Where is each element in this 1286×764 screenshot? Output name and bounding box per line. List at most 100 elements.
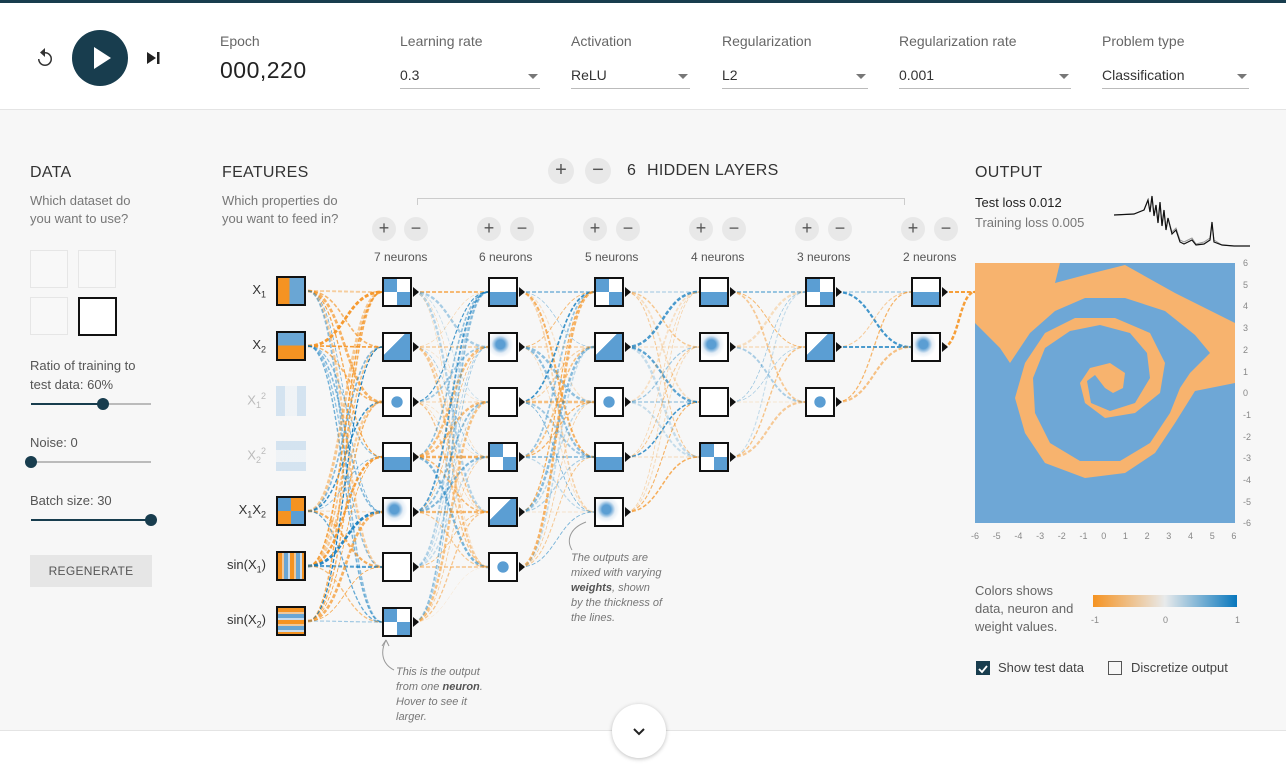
neuron-output-arrow-icon (413, 342, 419, 352)
neuron-layer1-4[interactable] (382, 442, 412, 472)
note-neuron-output: This is the output from one neuron. Hove… (396, 665, 496, 725)
neuron-layer3-3[interactable] (594, 387, 624, 417)
feature-node-x2-squared[interactable] (276, 441, 306, 471)
weight-link[interactable] (836, 291, 912, 348)
neuron-layer3-2[interactable] (594, 332, 624, 362)
discretize-output-label: Discretize output (1131, 660, 1228, 675)
remove-neuron-button-layer1[interactable]: − (404, 217, 428, 241)
weight-link[interactable] (625, 345, 700, 404)
neuron-layer4-3[interactable] (699, 387, 729, 417)
weight-link[interactable] (625, 346, 700, 513)
neuron-output-arrow-icon (730, 287, 736, 297)
neuron-output-arrow-icon (625, 397, 631, 407)
neuron-output-arrow-icon (836, 342, 842, 352)
weight-link[interactable] (625, 346, 700, 403)
note-weights-line1: The outputs are (571, 552, 649, 564)
weight-link[interactable] (307, 620, 383, 623)
note-weights: The outputs are mixed with varying weigh… (571, 551, 681, 626)
remove-neuron-button-layer2[interactable]: − (510, 217, 534, 241)
note-weights-bold: weights (571, 582, 612, 594)
weight-link[interactable] (307, 401, 383, 512)
add-neuron-button-layer1[interactable]: + (372, 217, 396, 241)
note-weights-line5: the lines. (571, 612, 616, 624)
layer1-neuron-count: 7 neurons (374, 250, 428, 264)
note-neuron-line2: from one (396, 681, 440, 693)
neuron-layer2-1[interactable] (488, 277, 518, 307)
neuron-layer6-1[interactable] (911, 277, 941, 307)
remove-neuron-button-layer4[interactable]: − (722, 217, 746, 241)
neuron-layer5-2[interactable] (805, 332, 835, 362)
add-neuron-button-layer6[interactable]: + (901, 217, 925, 241)
neuron-layer5-1[interactable] (805, 277, 835, 307)
weight-link[interactable] (625, 401, 700, 458)
neuron-layer4-1[interactable] (699, 277, 729, 307)
neuron-layer1-2[interactable] (382, 332, 412, 362)
neuron-layer1-5[interactable] (382, 497, 412, 527)
neuron-output-arrow-icon (942, 287, 948, 297)
neuron-layer1-1[interactable] (382, 277, 412, 307)
discretize-output-checkbox[interactable] (1108, 661, 1122, 675)
add-neuron-button-layer4[interactable]: + (689, 217, 713, 241)
remove-neuron-button-layer6[interactable]: − (934, 217, 958, 241)
feature-node-x1[interactable] (276, 276, 306, 306)
show-test-data-checkbox[interactable] (976, 661, 990, 675)
neuron-layer2-2[interactable] (488, 332, 518, 362)
y-tick-label: 6 (1243, 258, 1249, 268)
neuron-layer2-4[interactable] (488, 442, 518, 472)
neuron-output-arrow-icon (730, 342, 736, 352)
feature-node-sin-x1[interactable] (276, 551, 306, 581)
neuron-layer2-5[interactable] (488, 497, 518, 527)
y-tick-label: 5 (1243, 279, 1249, 290)
neuron-layer1-3[interactable] (382, 387, 412, 417)
legend-text-line2: data, neuron and (975, 601, 1074, 616)
weight-link[interactable] (730, 346, 806, 403)
neuron-layer6-2[interactable] (911, 332, 941, 362)
weight-link[interactable] (730, 290, 806, 349)
neuron-output-arrow-icon (413, 452, 419, 462)
remove-neuron-button-layer5[interactable]: − (828, 217, 852, 241)
neuron-layer1-6[interactable] (382, 552, 412, 582)
neuron-layer5-3[interactable] (805, 387, 835, 417)
feature-node-sin-x2[interactable] (276, 606, 306, 636)
neuron-layer4-4[interactable] (699, 442, 729, 472)
note-neuron-bold: neuron (442, 681, 480, 693)
weight-link[interactable] (307, 345, 383, 348)
neuron-layer4-2[interactable] (699, 332, 729, 362)
neuron-layer3-1[interactable] (594, 277, 624, 307)
neuron-output-arrow-icon (519, 287, 525, 297)
layer2-neuron-count: 6 neurons (479, 250, 533, 264)
output-title: OUTPUT (975, 164, 1043, 181)
y-tick-label: -2 (1243, 431, 1252, 442)
neuron-layer2-6[interactable] (488, 552, 518, 582)
neuron-layer3-4[interactable] (594, 442, 624, 472)
scroll-down-button[interactable] (612, 704, 666, 758)
add-neuron-button-layer2[interactable]: + (477, 217, 501, 241)
x-tick-label: -3 (1036, 531, 1045, 541)
weight-link[interactable] (307, 455, 383, 568)
weight-link[interactable] (836, 345, 912, 404)
neuron-layer2-3[interactable] (488, 387, 518, 417)
weight-link[interactable] (625, 291, 700, 458)
weight-link[interactable] (413, 346, 489, 623)
weight-link[interactable] (413, 291, 489, 568)
add-neuron-button-layer5[interactable]: + (795, 217, 819, 241)
weight-link[interactable] (730, 400, 806, 459)
weight-link[interactable] (307, 291, 383, 567)
feature-node-x1x2[interactable] (276, 496, 306, 526)
weight-link[interactable] (307, 290, 383, 293)
neuron-output-arrow-icon (519, 507, 525, 517)
weight-link[interactable] (307, 346, 383, 622)
neuron-layer3-5[interactable] (594, 497, 624, 527)
neuron-output-arrow-icon (625, 507, 631, 517)
weight-link[interactable] (625, 291, 700, 458)
feature-node-x1-squared[interactable] (276, 386, 306, 416)
add-neuron-button-layer3[interactable]: + (583, 217, 607, 241)
feature-node-x2[interactable] (276, 331, 306, 361)
weight-link[interactable] (625, 401, 700, 458)
feature-label-sin-x2: sin(X2) (227, 612, 266, 630)
neuron-layer1-7[interactable] (382, 607, 412, 637)
neuron-output-arrow-icon (413, 562, 419, 572)
remove-neuron-button-layer3[interactable]: − (616, 217, 640, 241)
x-tick-label: 4 (1188, 531, 1194, 541)
weight-link[interactable] (942, 290, 976, 349)
